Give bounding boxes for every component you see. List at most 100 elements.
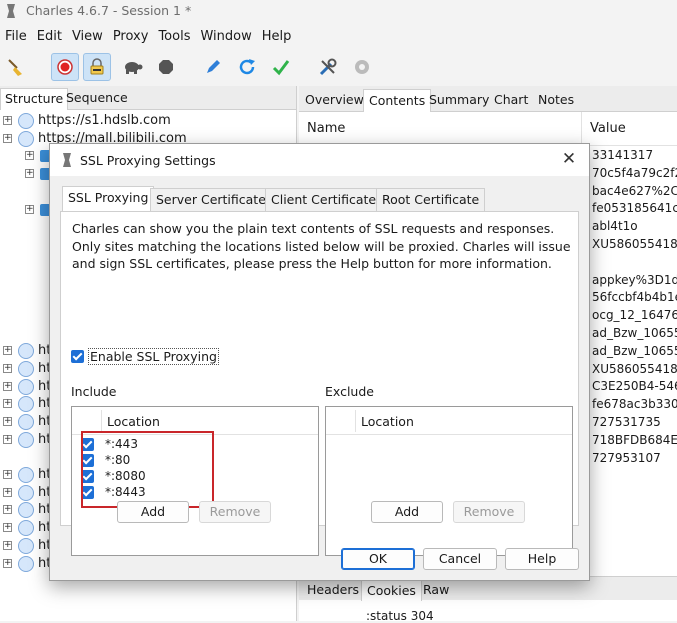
tab-cookies[interactable]: Cookies <box>361 580 422 601</box>
column-header-name[interactable]: Name <box>299 112 581 146</box>
host-icon <box>18 431 34 448</box>
left-tabbar: Structure Sequence <box>0 86 296 110</box>
expand-toggle-icon[interactable]: + <box>3 116 12 125</box>
window-title: Charles 4.6.7 - Session 1 * <box>26 3 192 18</box>
refresh-icon[interactable] <box>233 53 261 81</box>
value-cell[interactable]: 33141317 <box>587 148 677 166</box>
ok-button[interactable]: OK <box>341 548 415 570</box>
tab-overview[interactable]: Overview <box>300 89 369 112</box>
tab-headers[interactable]: Headers <box>302 580 364 601</box>
broom-icon[interactable] <box>2 53 30 81</box>
value-cell[interactable]: ad_Bzw_1065531 <box>587 326 677 344</box>
host-icon <box>18 396 34 413</box>
tools-icon[interactable] <box>314 53 342 81</box>
value-cell[interactable]: fe678ac3b330c2 <box>587 397 677 415</box>
value-cell[interactable]: fe053185641c4 <box>587 201 677 219</box>
column-header-value[interactable]: Value <box>581 112 677 146</box>
host-icon <box>18 537 34 554</box>
menu-file[interactable]: File <box>0 27 32 49</box>
value-cell[interactable]: C3E250B4-546D <box>587 379 677 397</box>
host-icon <box>18 520 34 537</box>
tab-contents[interactable]: Contents <box>363 89 432 112</box>
exclude-location-column[interactable]: Location <box>361 414 414 429</box>
enable-ssl-proxying-label[interactable]: Enable SSL Proxying <box>88 348 219 365</box>
menu-tools[interactable]: Tools <box>153 27 195 49</box>
tab-notes[interactable]: Notes <box>533 89 579 112</box>
help-button[interactable]: Help <box>505 548 579 570</box>
ssl-lock-icon[interactable] <box>83 53 111 81</box>
include-location-column[interactable]: Location <box>107 414 160 429</box>
value-cell[interactable]: 70c5f4a79c2f220 <box>587 166 677 184</box>
value-cell[interactable]: ocg_12_1647668 <box>587 308 677 326</box>
settings-gear-icon[interactable] <box>348 53 376 81</box>
tab-structure[interactable]: Structure <box>0 88 69 110</box>
value-cell[interactable] <box>587 255 677 273</box>
right-tabbar: Overview Contents Summary Chart Notes <box>299 86 677 112</box>
value-cell[interactable]: appkey%3D1d8 <box>587 273 677 291</box>
ssl-proxying-settings-dialog: SSL Proxying Settings ✕ SSL Proxying Ser… <box>49 143 590 581</box>
expand-toggle-icon[interactable]: + <box>3 523 12 533</box>
ssl-proxying-panel: Charles can show you the plain text cont… <box>60 211 579 556</box>
menu-edit[interactable]: Edit <box>32 27 67 49</box>
expand-toggle-icon[interactable]: + <box>3 133 12 143</box>
tab-summary[interactable]: Summary <box>424 89 494 112</box>
include-add-button[interactable]: Add <box>117 501 189 523</box>
record-icon[interactable] <box>51 53 79 81</box>
stop-icon[interactable] <box>152 53 180 81</box>
tab-server-certificates[interactable]: Server Certificates <box>150 188 279 212</box>
close-icon[interactable]: ✕ <box>559 149 579 169</box>
tab-chart[interactable]: Chart <box>489 89 533 112</box>
menu-proxy[interactable]: Proxy <box>108 27 154 49</box>
expand-toggle-icon[interactable]: + <box>3 505 12 515</box>
value-cell[interactable]: 727531735 <box>587 415 677 433</box>
expand-toggle-icon[interactable]: + <box>3 487 12 497</box>
check-icon[interactable] <box>267 53 295 81</box>
value-cell[interactable]: XU58605541836 <box>587 362 677 380</box>
host-icon <box>18 484 34 501</box>
value-cell[interactable]: 718BFDB684E0F <box>587 433 677 451</box>
expand-toggle-icon[interactable]: + <box>25 169 34 179</box>
exclude-location-list[interactable]: Location <box>325 406 573 556</box>
expand-toggle-icon[interactable]: + <box>3 434 12 444</box>
enable-ssl-proxying-checkbox[interactable] <box>71 350 84 363</box>
tab-client-certificates[interactable]: Client Certificates <box>265 188 389 212</box>
menu-view[interactable]: View <box>67 27 108 49</box>
menu-window[interactable]: Window <box>195 27 256 49</box>
tab-ssl-proxying[interactable]: SSL Proxying <box>62 186 155 212</box>
turtle-icon[interactable] <box>118 53 146 81</box>
expand-toggle-icon[interactable]: + <box>3 363 12 373</box>
dialog-titlebar: SSL Proxying Settings ✕ <box>50 144 589 176</box>
menu-help[interactable]: Help <box>257 27 297 49</box>
pen-icon[interactable] <box>199 53 227 81</box>
value-cell[interactable]: XU58605541836 <box>587 237 677 255</box>
expand-toggle-icon[interactable]: + <box>25 151 34 161</box>
charles-app-icon <box>63 153 71 167</box>
include-remove-button[interactable]: Remove <box>199 501 271 523</box>
tab-root-certificate[interactable]: Root Certificate <box>376 188 486 212</box>
tree-row[interactable]: + https://s1.hdslb.com <box>0 112 297 130</box>
expand-toggle-icon[interactable]: + <box>3 558 12 568</box>
expand-toggle-icon[interactable]: + <box>3 470 12 479</box>
host-icon <box>18 113 34 129</box>
expand-toggle-icon[interactable]: + <box>3 381 12 391</box>
annotation-highlight-box <box>81 431 214 508</box>
exclude-remove-button[interactable]: Remove <box>453 501 525 523</box>
tab-raw[interactable]: Raw <box>418 580 454 601</box>
cancel-button[interactable]: Cancel <box>423 548 497 570</box>
menubar: File Edit View Proxy Tools Window Help <box>0 27 677 49</box>
expand-toggle-icon[interactable]: + <box>3 540 12 550</box>
value-cell[interactable]: abl4t1o <box>587 219 677 237</box>
value-cell[interactable]: ad_Bzw_1065531 <box>587 344 677 362</box>
value-cell[interactable]: bac4e627%2C17 <box>587 184 677 202</box>
tab-sequence[interactable]: Sequence <box>62 88 132 110</box>
host-icon <box>18 467 34 483</box>
exclude-add-button[interactable]: Add <box>371 501 443 523</box>
value-cell[interactable]: 727953107 <box>587 451 677 469</box>
expand-toggle-icon[interactable]: + <box>3 416 12 426</box>
expand-toggle-icon[interactable]: + <box>3 346 12 356</box>
include-label: Include <box>71 384 117 399</box>
value-cell[interactable]: 56fccbf4b4b1ec <box>587 290 677 308</box>
expand-toggle-icon[interactable]: + <box>3 399 12 409</box>
exclude-list-header: Location <box>326 407 572 435</box>
expand-toggle-icon[interactable]: + <box>25 204 34 214</box>
